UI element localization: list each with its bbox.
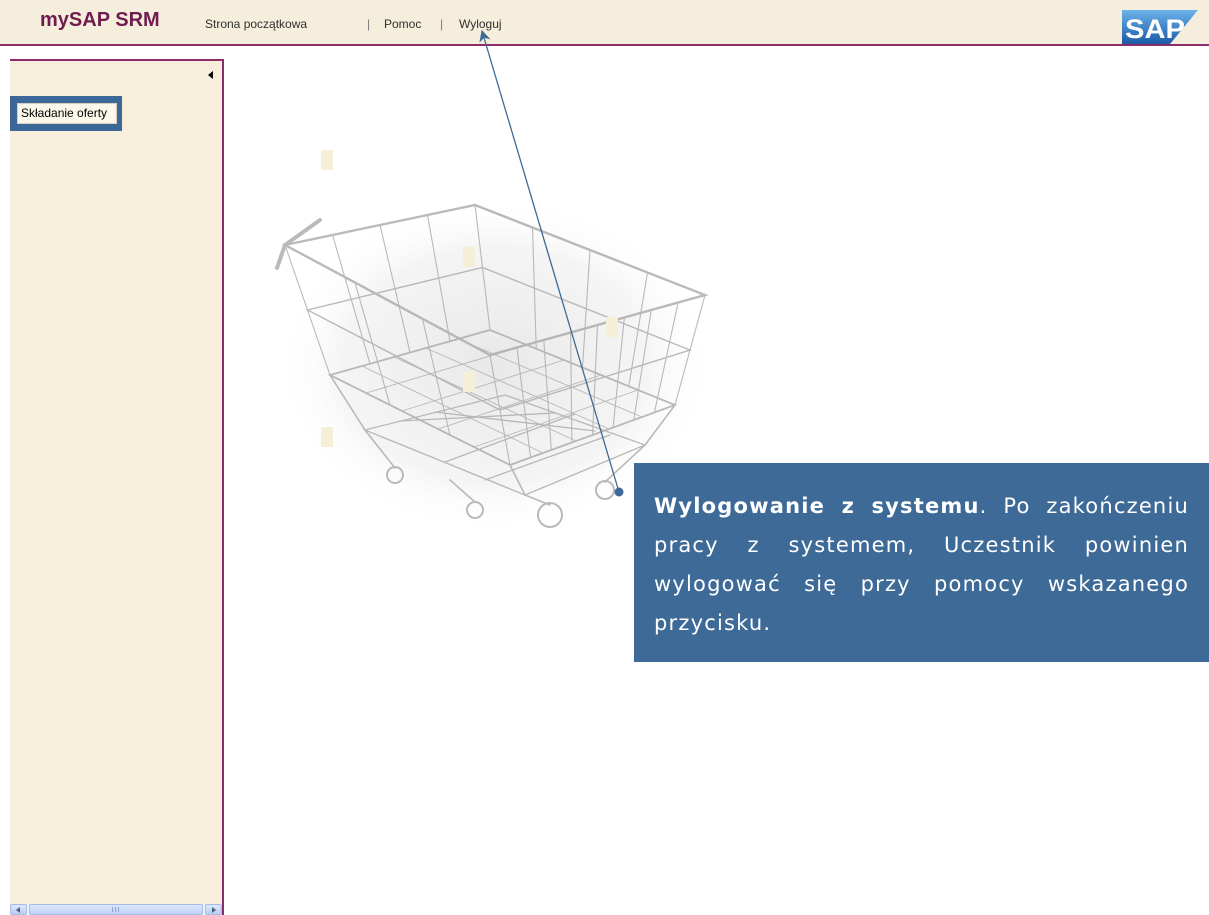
- placeholder-box: [463, 247, 475, 267]
- callout-title: Wylogowanie z systemu: [654, 494, 980, 518]
- scrollbar-thumb[interactable]: [29, 904, 203, 915]
- sidebar-item-label: Składanie oferty: [21, 106, 108, 120]
- nav-separator: |: [440, 17, 444, 31]
- placeholder-box: [321, 150, 333, 170]
- horizontal-scrollbar[interactable]: [10, 904, 222, 915]
- callout-box: Wylogowanie z systemu. Po zakończeniu pr…: [634, 463, 1209, 662]
- scroll-left-button[interactable]: [10, 904, 27, 915]
- sidebar-item-highlight: Składanie oferty: [10, 96, 122, 131]
- placeholder-box: [321, 427, 333, 447]
- app-title: mySAP SRM: [40, 9, 160, 31]
- arrow-left-icon: [16, 907, 20, 913]
- nav-link-home[interactable]: Strona początkowa: [205, 17, 307, 31]
- nav-link-help[interactable]: Pomoc: [384, 17, 421, 31]
- placeholder-box: [463, 372, 475, 392]
- sap-logo: SAP: [1122, 10, 1198, 44]
- scroll-right-button[interactable]: [205, 904, 222, 915]
- grip-icon: [112, 907, 120, 912]
- arrow-right-icon: [212, 907, 216, 913]
- placeholder-box: [606, 317, 618, 337]
- sap-logo-text: SAP: [1125, 14, 1185, 44]
- top-header: mySAP SRM Strona początkowa | Pomoc | Wy…: [0, 0, 1209, 46]
- nav-link-logout[interactable]: Wyloguj: [459, 17, 502, 31]
- sidebar-item-bid-submission[interactable]: Składanie oferty: [17, 103, 117, 124]
- callout-text: Wylogowanie z systemu. Po zakończeniu pr…: [654, 487, 1189, 643]
- nav-separator: |: [367, 17, 371, 31]
- triangle-left-icon[interactable]: [208, 71, 213, 79]
- sidebar: Składanie oferty: [10, 59, 224, 915]
